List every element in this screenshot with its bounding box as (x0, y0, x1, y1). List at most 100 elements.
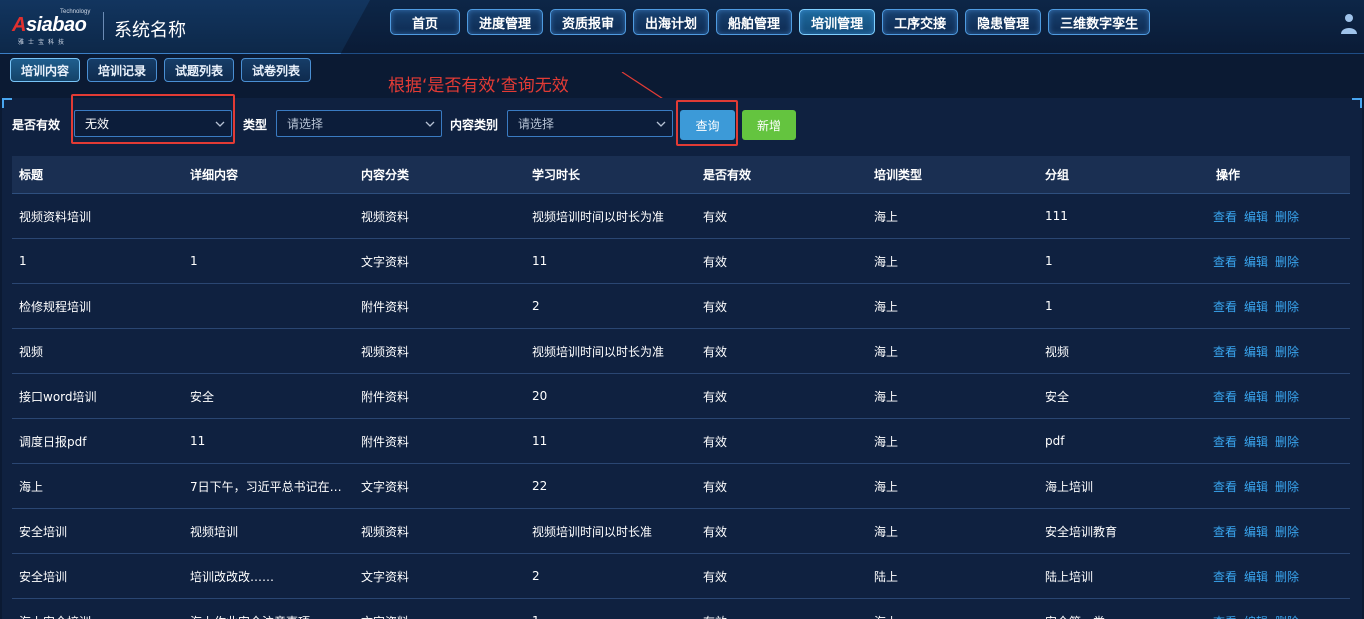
view-link[interactable]: 查看 (1213, 388, 1237, 405)
nav-sea-plan[interactable]: 出海计划 (633, 9, 710, 35)
logo-divider (103, 12, 104, 40)
cell-training-type: 陆上 (874, 569, 899, 584)
delete-link[interactable]: 删除 (1275, 208, 1299, 225)
nav-process-handover[interactable]: 工序交接 (882, 9, 959, 35)
cell-category: 附件资料 (361, 434, 410, 449)
cell-category: 视频资料 (361, 209, 410, 224)
cell-valid: 有效 (703, 569, 728, 584)
tab-question-list[interactable]: 试题列表 (164, 58, 235, 82)
edit-link[interactable]: 编辑 (1244, 478, 1268, 495)
type-filter-label: 类型 (243, 118, 268, 132)
cell-title: 海上 (19, 479, 44, 494)
cell-group: 1 (1045, 299, 1053, 313)
cell-detail: 7日下午，习近平总书记在… (190, 479, 342, 494)
valid-filter-label: 是否有效 (12, 118, 61, 132)
view-link[interactable]: 查看 (1213, 343, 1237, 360)
table-row: 1 1 文字资料 11 有效 海上 1 查看 编辑 删除 (12, 239, 1350, 284)
cell-title: 视频资料培训 (19, 209, 92, 224)
delete-link[interactable]: 删除 (1275, 613, 1299, 619)
view-link[interactable]: 查看 (1213, 298, 1237, 315)
cell-category: 附件资料 (361, 299, 410, 314)
delete-link[interactable]: 删除 (1275, 433, 1299, 450)
view-link[interactable]: 查看 (1213, 433, 1237, 450)
tab-training-record[interactable]: 培训记录 (87, 58, 158, 82)
cell-group: pdf (1045, 434, 1065, 448)
highlight-frame-valid (71, 94, 235, 144)
delete-link[interactable]: 删除 (1275, 478, 1299, 495)
edit-link[interactable]: 编辑 (1244, 523, 1268, 540)
cell-valid: 有效 (703, 389, 728, 404)
cell-training-type: 海上 (874, 524, 899, 539)
edit-link[interactable]: 编辑 (1244, 433, 1268, 450)
cell-actions: 查看编辑删除 (1209, 253, 1364, 270)
logo-technology: Technology (60, 9, 91, 15)
add-button[interactable]: 新增 (742, 110, 796, 140)
panel-corner-tr (1352, 98, 1362, 108)
cell-actions: 查看编辑删除 (1209, 568, 1364, 585)
delete-link[interactable]: 删除 (1275, 298, 1299, 315)
cell-duration: 20 (532, 389, 548, 403)
annotation-text: 根据‘是否有效’查询无效 (388, 76, 569, 96)
delete-link[interactable]: 删除 (1275, 388, 1299, 405)
cell-valid: 有效 (703, 209, 728, 224)
delete-link[interactable]: 删除 (1275, 343, 1299, 360)
training-content-table: 标题 详细内容 内容分类 学习时长 是否有效 培训类型 分组 操作 视频资料培训… (12, 156, 1350, 619)
delete-link[interactable]: 删除 (1275, 253, 1299, 270)
table-row: 调度日报pdf 11 附件资料 11 有效 海上 pdf 查看 编辑 删除 (12, 419, 1350, 464)
edit-link[interactable]: 编辑 (1244, 388, 1268, 405)
cell-group: 安全第一类 (1038, 613, 1209, 619)
nav-ship[interactable]: 船舶管理 (716, 9, 793, 35)
user-icon[interactable] (1338, 12, 1360, 36)
cell-valid: 有效 (703, 299, 728, 314)
nav-progress[interactable]: 进度管理 (467, 9, 544, 35)
view-link[interactable]: 查看 (1213, 523, 1237, 540)
cell-actions: 查看编辑删除 (1209, 298, 1364, 315)
nav-digital-twin[interactable]: 三维数字孪生 (1048, 9, 1151, 35)
edit-link[interactable]: 编辑 (1244, 568, 1268, 585)
sub-nav: 培训内容 培训记录 试题列表 试卷列表 (10, 58, 312, 82)
nav-training[interactable]: 培训管理 (799, 9, 876, 35)
table-row: 视频资料培训 视频资料 视频培训时间以时长为准 有效 海上 111 查看 编辑 删除 (12, 194, 1350, 239)
view-link[interactable]: 查看 (1213, 208, 1237, 225)
cell-training-type: 海上 (867, 613, 1038, 619)
delete-link[interactable]: 删除 (1275, 523, 1299, 540)
delete-link[interactable]: 删除 (1275, 568, 1299, 585)
edit-link[interactable]: 编辑 (1244, 298, 1268, 315)
edit-link[interactable]: 编辑 (1244, 253, 1268, 270)
tab-training-content[interactable]: 培训内容 (10, 58, 81, 82)
edit-link[interactable]: 编辑 (1244, 208, 1268, 225)
type-select[interactable]: 请选择 (276, 110, 442, 137)
nav-home[interactable]: 首页 (390, 9, 460, 35)
nav-qualification[interactable]: 资质报审 (550, 9, 627, 35)
highlight-frame-query (676, 100, 738, 146)
col-duration: 学习时长 (532, 168, 581, 182)
cell-group: 陆上培训 (1045, 569, 1094, 584)
nav-hazard[interactable]: 隐患管理 (965, 9, 1042, 35)
view-link[interactable]: 查看 (1213, 253, 1237, 270)
cell-group: 1 (1045, 254, 1053, 268)
tab-paper-list[interactable]: 试卷列表 (241, 58, 312, 82)
cell-title: 检修规程培训 (19, 299, 92, 314)
logo-subtitle: 雅士宝科技 (18, 39, 69, 46)
content-category-select[interactable]: 请选择 (507, 110, 673, 137)
main-nav: 首页 进度管理 资质报审 出海计划 船舶管理 培训管理 工序交接 隐患管理 三维… (390, 9, 1151, 35)
view-link[interactable]: 查看 (1213, 568, 1237, 585)
cell-category: 文字资料 (354, 613, 525, 619)
cell-duration: 视频培训时间以时长为准 (532, 209, 665, 224)
cell-training-type: 海上 (874, 254, 899, 269)
view-link[interactable]: 查看 (1213, 478, 1237, 495)
edit-link[interactable]: 编辑 (1244, 343, 1268, 360)
cell-valid: 有效 (703, 254, 728, 269)
cell-training-type: 海上 (874, 389, 899, 404)
edit-link[interactable]: 编辑 (1244, 613, 1268, 619)
cell-group: 111 (1045, 209, 1068, 223)
cell-training-type: 海上 (874, 434, 899, 449)
view-link[interactable]: 查看 (1213, 613, 1237, 619)
cell-category: 文字资料 (361, 569, 410, 584)
cell-detail: 安全 (190, 389, 215, 404)
cell-actions: 查看编辑删除 (1209, 523, 1364, 540)
cell-detail: 视频培训 (190, 524, 239, 539)
cell-duration: 11 (532, 434, 548, 448)
cell-category: 文字资料 (361, 479, 410, 494)
cell-title: 调度日报pdf (19, 434, 87, 449)
